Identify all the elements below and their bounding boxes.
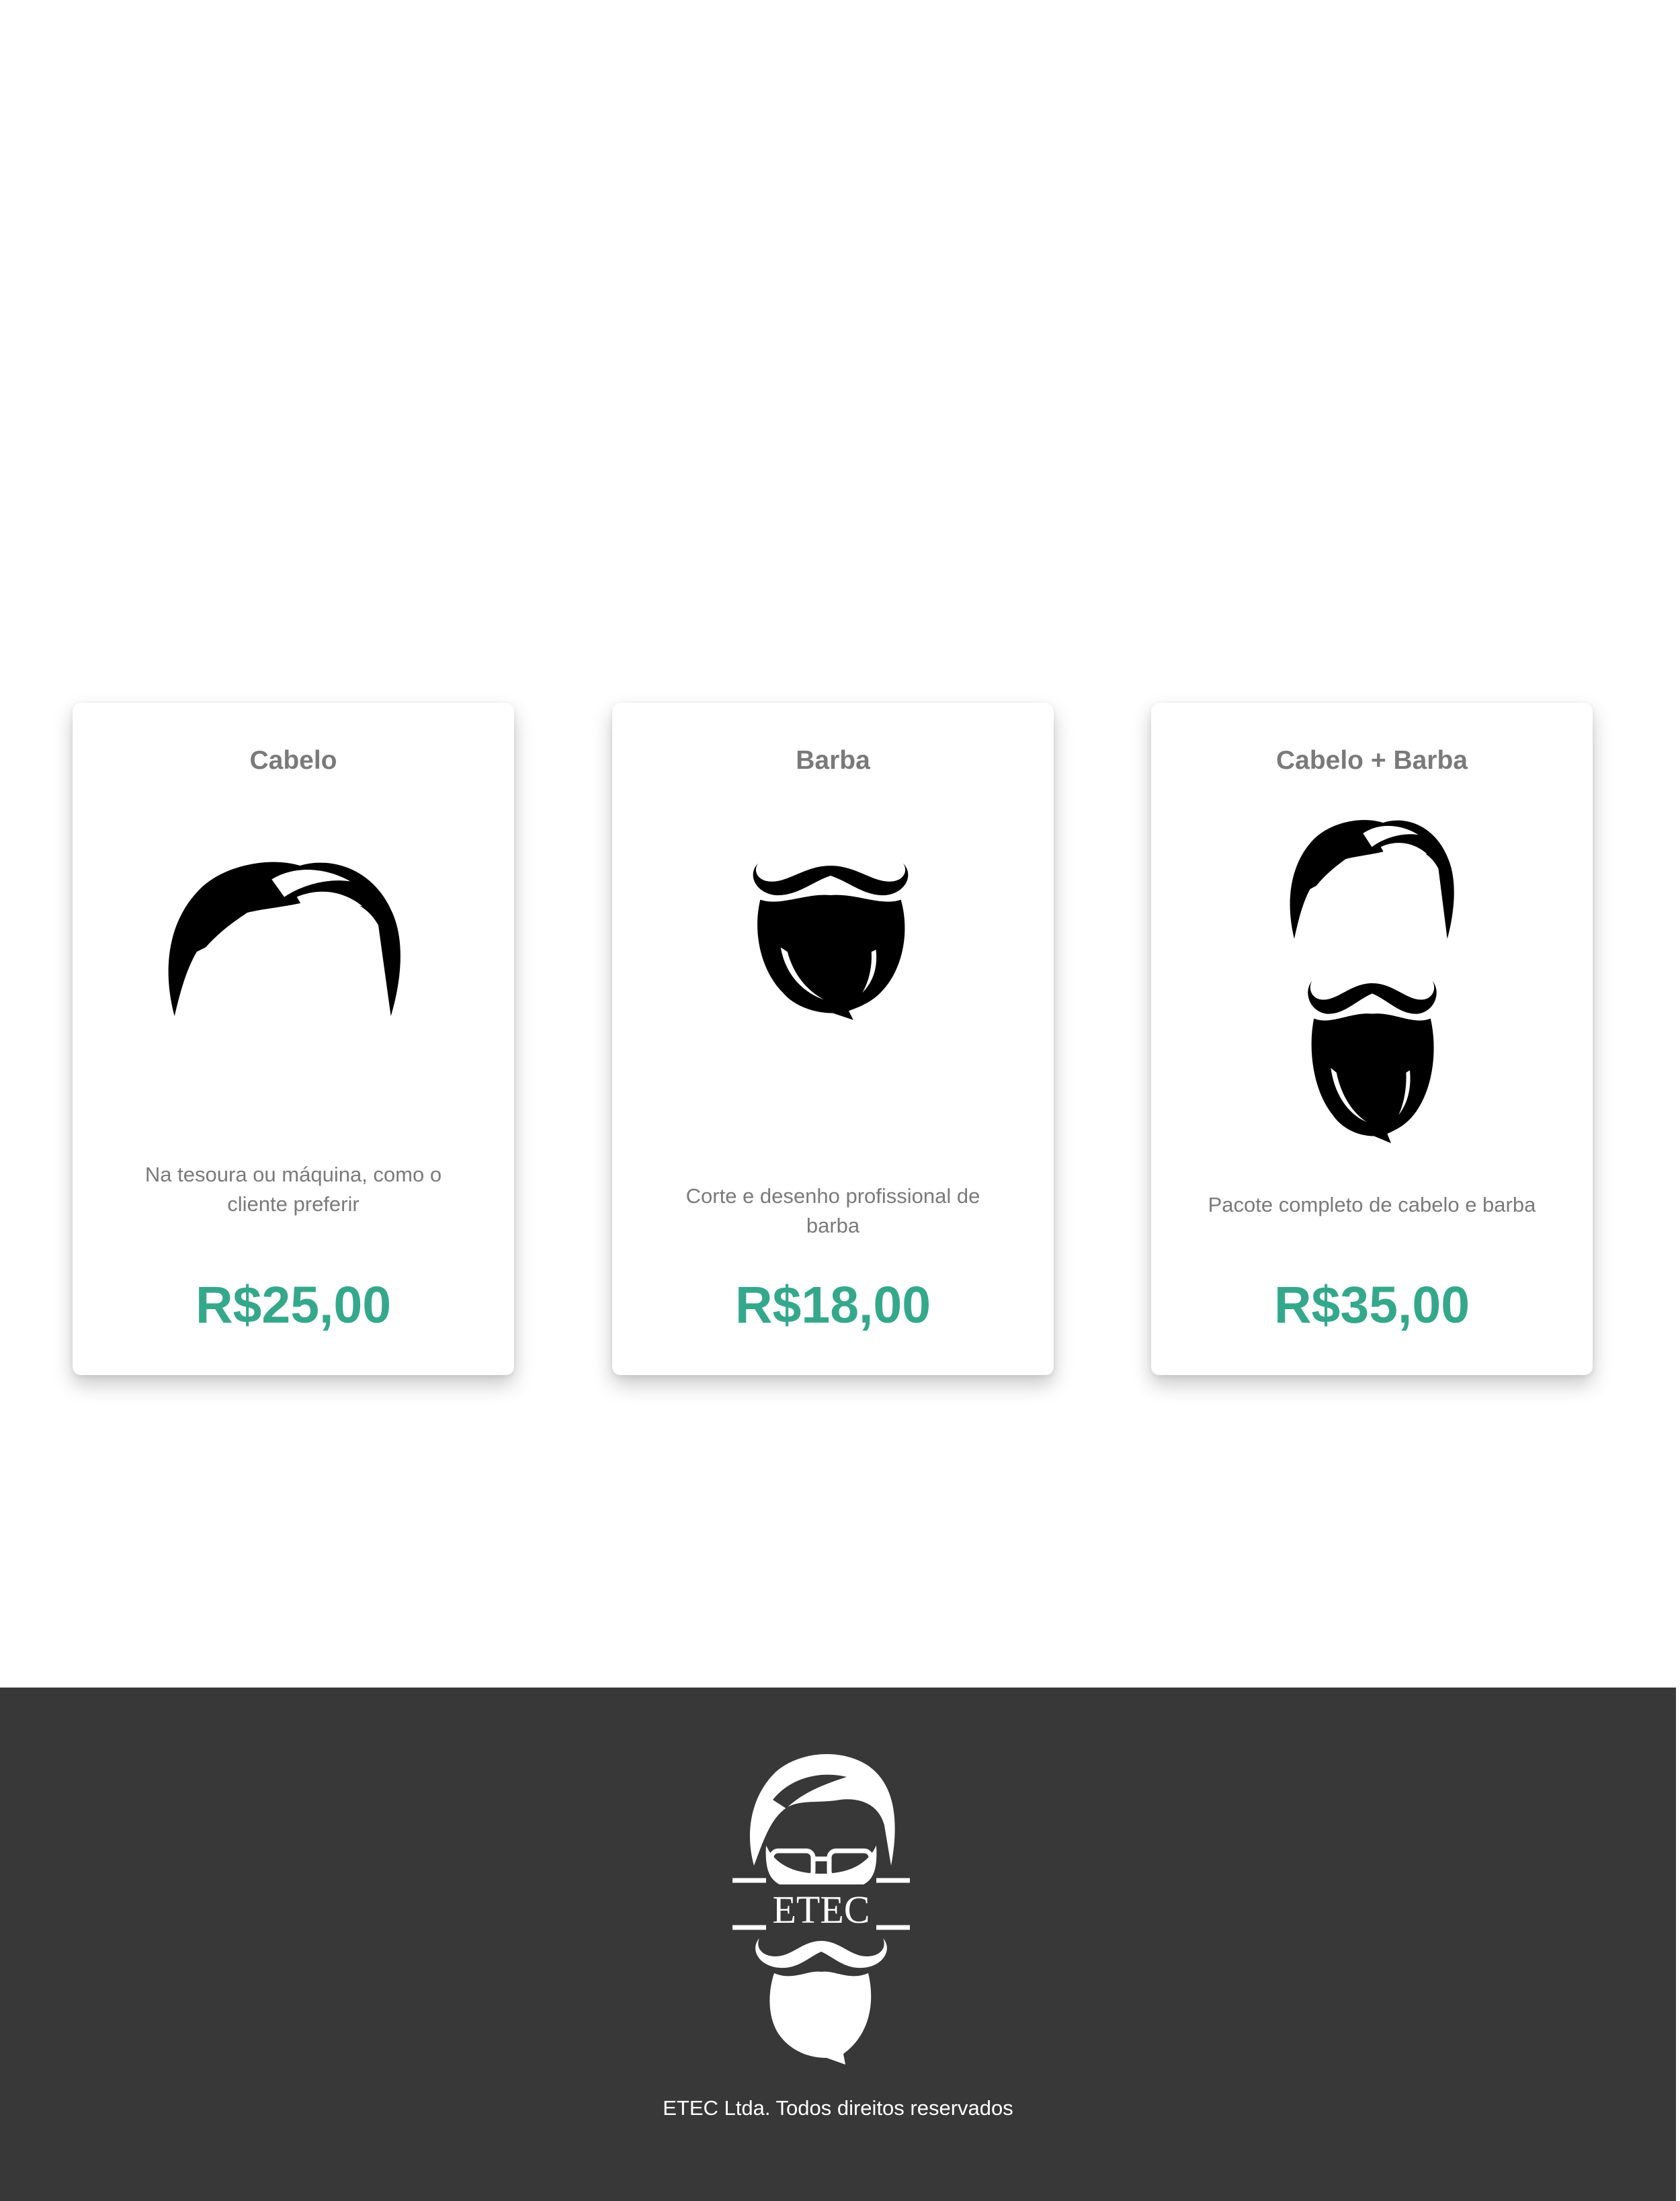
etec-barber-logo: ETEC [732,1751,910,2067]
service-card-barba[interactable]: Barba Corte e desenho profissional de ba… [612,703,1054,1375]
card-price: R$25,00 [195,1276,392,1334]
footer-copyright: ETEC Ltda. Todos direitos reservados [663,2096,1013,2120]
card-price: R$18,00 [734,1276,931,1334]
card-description: Pacote completo de cabelo e barba [1208,1193,1536,1216]
beard-icon [740,831,921,1032]
hair-icon [143,804,425,1059]
services-section: Cabelo Na tesoura ou máquina, como o cli… [0,0,1680,1688]
footer: ETEC ETEC Ltda. Todos direitos reservado… [0,1688,1676,2201]
hair-and-beard-icon [1269,794,1477,1150]
logo-text: ETEC [773,1888,870,1932]
service-card-cabelo[interactable]: Cabelo Na tesoura ou máquina, como o cli… [73,703,514,1375]
service-card-cabelo-barba[interactable]: Cabelo + Barba Pacote completo de cabelo… [1151,703,1593,1375]
card-description: Corte e desenho profissional de barba [685,1184,980,1237]
card-title: Cabelo + Barba [1275,746,1468,775]
card-title: Cabelo [249,746,337,775]
card-title: Barba [796,746,870,775]
card-price: R$35,00 [1273,1276,1470,1334]
card-description: Na tesoura ou máquina, como o cliente pr… [144,1163,442,1216]
